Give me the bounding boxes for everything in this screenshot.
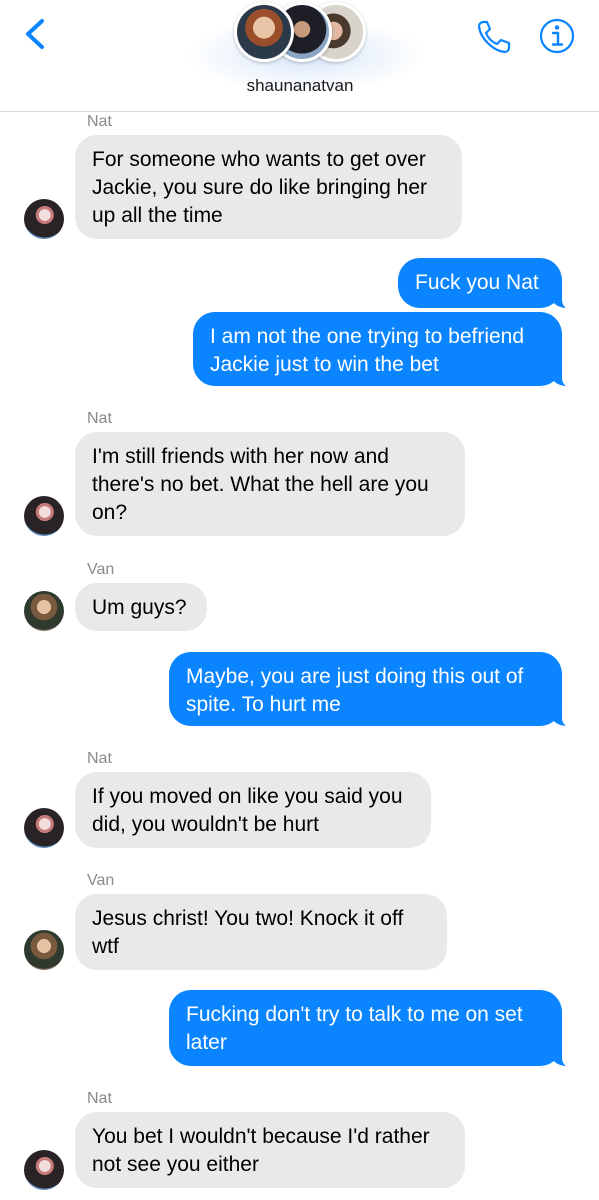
incoming-message[interactable]: You bet I wouldn't because I'd rather no… bbox=[75, 1112, 465, 1188]
incoming-message[interactable]: If you moved on like you said you did, y… bbox=[75, 772, 431, 848]
back-button[interactable] bbox=[18, 14, 54, 54]
group-avatar-stack[interactable] bbox=[234, 0, 369, 66]
outgoing-message[interactable]: Maybe, you are just doing this out of sp… bbox=[169, 652, 576, 728]
chevron-left-icon bbox=[26, 19, 44, 49]
sender-label: Nat bbox=[87, 750, 112, 767]
avatar[interactable] bbox=[24, 808, 64, 848]
group-name[interactable]: shaunanatvan bbox=[200, 76, 400, 96]
incoming-message[interactable]: I'm still friends with her now and there… bbox=[75, 432, 465, 536]
info-icon bbox=[539, 18, 575, 54]
avatar[interactable] bbox=[24, 1150, 64, 1190]
sender-label: Nat bbox=[87, 410, 112, 427]
incoming-message[interactable]: For someone who wants to get over Jackie… bbox=[75, 135, 462, 239]
sender-label: Van bbox=[87, 561, 115, 578]
incoming-message[interactable]: Jesus christ! You two! Knock it off wtf bbox=[75, 894, 447, 970]
avatar[interactable] bbox=[24, 199, 64, 239]
outgoing-message[interactable]: Fuck you Nat bbox=[398, 258, 576, 310]
incoming-message[interactable]: Um guys? bbox=[75, 583, 207, 631]
sender-label: Nat bbox=[87, 1090, 112, 1107]
call-button[interactable] bbox=[474, 16, 516, 56]
sender-label: Nat bbox=[87, 113, 112, 130]
outgoing-message[interactable]: Fucking don't try to talk to me on set l… bbox=[169, 990, 576, 1068]
avatar bbox=[234, 2, 294, 62]
avatar[interactable] bbox=[24, 496, 64, 536]
avatar[interactable] bbox=[24, 591, 64, 631]
conversation-header: shaunanatvan bbox=[0, 0, 599, 112]
sender-label: Van bbox=[87, 872, 115, 889]
phone-icon bbox=[477, 20, 511, 54]
info-button[interactable] bbox=[537, 16, 577, 56]
outgoing-message[interactable]: I am not the one trying to befriend Jack… bbox=[193, 312, 576, 388]
avatar[interactable] bbox=[24, 930, 64, 970]
